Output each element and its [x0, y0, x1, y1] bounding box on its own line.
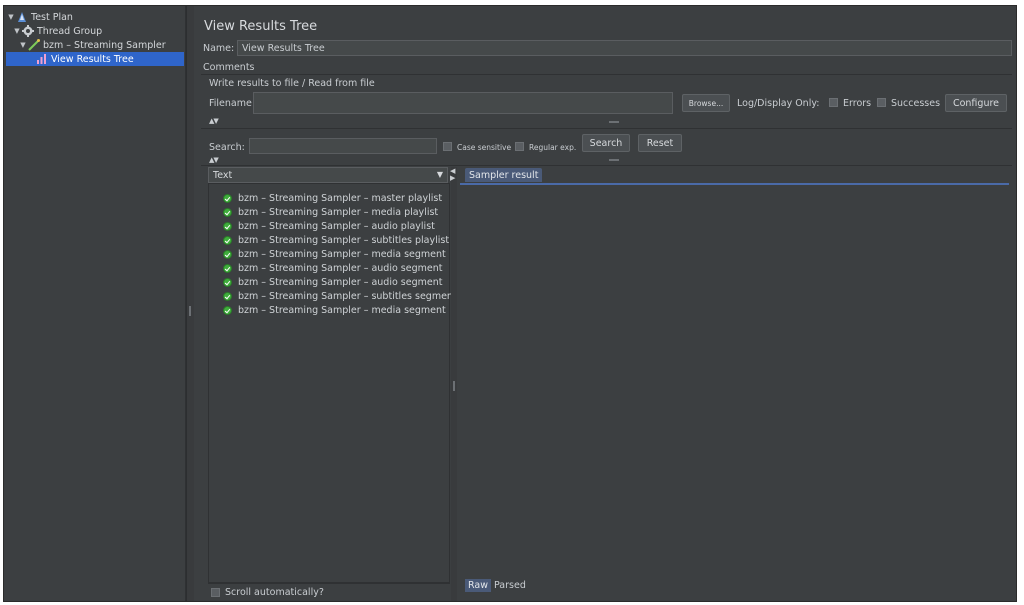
regular-exp-checkbox[interactable] [515, 142, 524, 151]
sampler-icon [28, 39, 40, 51]
chevron-down-icon[interactable]: ▼ [437, 170, 443, 179]
test-plan-icon [16, 11, 28, 23]
splitter-grip[interactable] [453, 381, 455, 391]
success-icon [223, 235, 232, 245]
section-drag-handle[interactable] [609, 159, 619, 161]
list-item[interactable]: bzm – Streaming Sampler – audio segment [223, 261, 442, 275]
tree-item-label: Test Plan [31, 11, 73, 23]
result-label: bzm – Streaming Sampler – subtitles play… [238, 234, 450, 246]
result-label: bzm – Streaming Sampler – master playlis… [238, 192, 443, 204]
list-item[interactable]: bzm – Streaming Sampler – subtitles play… [223, 233, 449, 247]
comments-divider [201, 74, 1012, 75]
list-item[interactable]: bzm – Streaming Sampler – subtitles segm… [223, 289, 457, 303]
case-sensitive-checkbox[interactable] [443, 142, 452, 151]
success-icon [223, 221, 232, 231]
success-icon [223, 263, 232, 273]
tree-item-label: bzm – Streaming Sampler [43, 39, 166, 51]
tree-splitter[interactable] [186, 6, 194, 601]
sampler-result-pane [460, 183, 1009, 583]
success-icon [223, 291, 232, 301]
listener-icon [36, 53, 48, 65]
tree-item-view-results-tree[interactable]: View Results Tree [6, 52, 184, 66]
result-label: bzm – Streaming Sampler – audio segment [238, 276, 443, 288]
result-label: bzm – Streaming Sampler – media playlist [238, 206, 439, 218]
tab-sampler-result[interactable]: Sampler result [465, 168, 543, 182]
renderer-select[interactable]: Text ▼ [208, 167, 448, 183]
success-icon [223, 305, 232, 315]
name-label: Name: [203, 43, 235, 54]
scroll-automatically-label: Scroll automatically? [225, 587, 324, 598]
section-drag-handle[interactable] [609, 121, 619, 123]
scroll-automatically-row: Scroll automatically? [208, 583, 450, 600]
splitter-arrows-icon[interactable]: ◀ ▶ [450, 168, 455, 182]
comments-label: Comments [203, 62, 255, 73]
list-item[interactable]: bzm – Streaming Sampler – media playlist [223, 205, 438, 219]
results-splitter[interactable] [451, 167, 457, 601]
list-item[interactable]: bzm – Streaming Sampler – media segment [223, 303, 446, 317]
jmeter-window: ▼ Test Plan ▼ Thread Group ▼ bzm – Strea… [3, 5, 1017, 602]
list-item[interactable]: bzm – Streaming Sampler – audio playlist [223, 219, 435, 233]
filename-input[interactable] [253, 92, 673, 114]
name-field[interactable]: View Results Tree [237, 40, 1012, 56]
result-label: bzm – Streaming Sampler – subtitles segm… [238, 290, 457, 302]
search-button[interactable]: Search [582, 134, 630, 152]
tree-item-test-plan[interactable]: ▼ Test Plan [6, 10, 184, 24]
success-icon [223, 207, 232, 217]
errors-label: Errors [843, 98, 872, 109]
errors-checkbox[interactable] [829, 98, 838, 107]
success-icon [223, 249, 232, 259]
success-icon [223, 193, 232, 203]
gear-icon [22, 25, 34, 37]
successes-checkbox[interactable] [877, 98, 886, 107]
scroll-automatically-checkbox[interactable] [211, 588, 220, 597]
log-display-label: Log/Display Only: [737, 98, 820, 109]
section-divider [201, 128, 1012, 129]
tab-parsed[interactable]: Parsed [491, 579, 529, 592]
expand-arrow-icon[interactable]: ▼ [12, 27, 22, 35]
section-divider [201, 165, 1012, 166]
write-results-label: Write results to file / Read from file [209, 78, 375, 89]
list-item[interactable]: bzm – Streaming Sampler – media segment [223, 247, 446, 261]
page-title: View Results Tree [204, 19, 318, 34]
collapse-arrows-icon[interactable]: ▲▼ [209, 117, 219, 125]
tree-item-label: Thread Group [37, 25, 103, 37]
list-item[interactable]: bzm – Streaming Sampler – audio segment [223, 275, 442, 289]
tree-item-thread-group[interactable]: ▼ Thread Group [12, 24, 184, 38]
collapse-arrows-icon[interactable]: ▲▼ [209, 156, 219, 164]
success-icon [223, 277, 232, 287]
list-item[interactable]: bzm – Streaming Sampler – master playlis… [223, 191, 442, 205]
result-label: bzm – Streaming Sampler – media segment [238, 304, 446, 316]
reset-button[interactable]: Reset [638, 134, 682, 152]
regular-exp-label: Regular exp. [529, 143, 577, 152]
browse-button[interactable]: Browse... [682, 94, 730, 112]
splitter-grip[interactable] [189, 306, 191, 316]
case-sensitive-label: Case sensitive [457, 143, 512, 152]
renderer-select-value: Text [213, 170, 233, 181]
search-input[interactable] [249, 138, 437, 154]
tree-item-streaming-sampler[interactable]: ▼ bzm – Streaming Sampler [18, 38, 184, 52]
view-results-tree-panel: View Results Tree Name: View Results Tre… [197, 6, 1016, 601]
result-label: bzm – Streaming Sampler – audio playlist [238, 220, 435, 232]
expand-arrow-icon[interactable]: ▼ [18, 41, 28, 49]
result-label: bzm – Streaming Sampler – audio segment [238, 262, 443, 274]
tree-item-label: View Results Tree [51, 53, 134, 65]
tab-raw[interactable]: Raw [465, 579, 491, 592]
search-label: Search: [209, 142, 245, 153]
successes-label: Successes [891, 98, 941, 109]
test-plan-tree: ▼ Test Plan ▼ Thread Group ▼ bzm – Strea… [4, 6, 186, 601]
configure-button[interactable]: Configure [945, 94, 1007, 112]
expand-arrow-icon[interactable]: ▼ [6, 13, 16, 21]
result-label: bzm – Streaming Sampler – media segment [238, 248, 446, 260]
results-list: bzm – Streaming Sampler – master playlis… [208, 183, 457, 583]
filename-label: Filename [209, 98, 252, 109]
